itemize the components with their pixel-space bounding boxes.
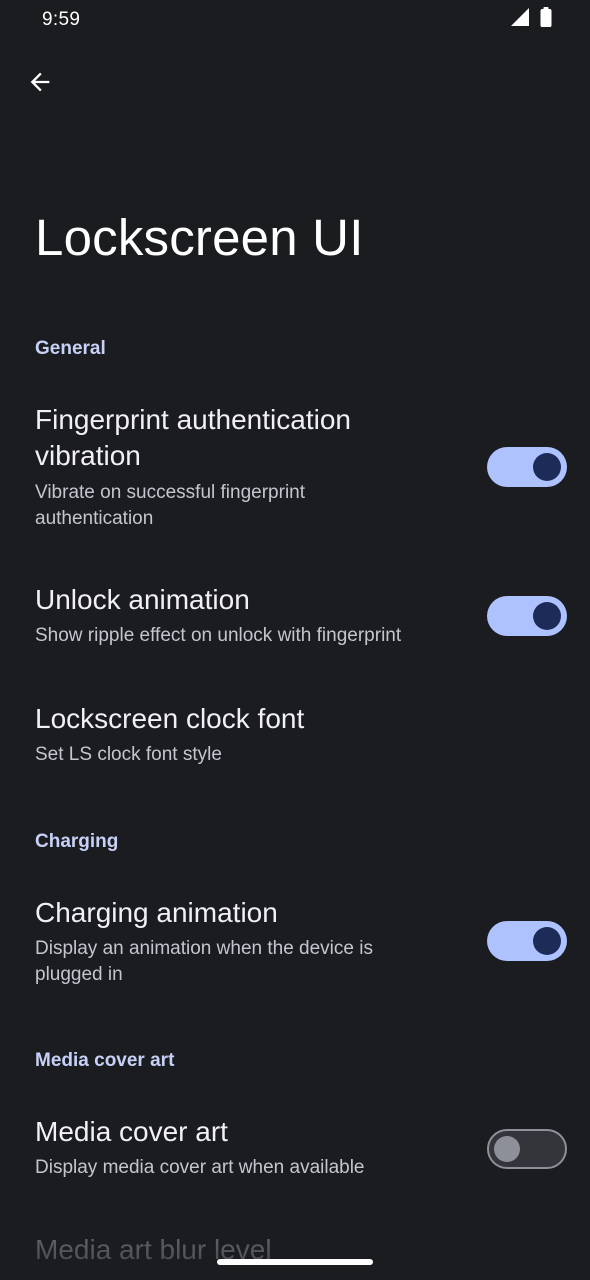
section-header-general: General [35, 338, 106, 359]
battery-icon [540, 7, 552, 32]
pref-summary: Vibrate on successful fingerprint authen… [35, 482, 306, 529]
toggle-thumb [533, 927, 561, 955]
back-button[interactable] [20, 64, 60, 104]
pref-title: Media cover art [35, 1116, 228, 1147]
pref-title: Unlock animation [35, 584, 250, 615]
toggle-thumb [494, 1136, 520, 1162]
charging-animation-toggle[interactable] [487, 921, 567, 961]
section-header-charging: Charging [35, 831, 119, 852]
pref-summary: Show ripple effect on unlock with finger… [35, 625, 402, 646]
arrow-back-icon [26, 68, 54, 101]
page-title: Lockscreen UI [35, 209, 364, 266]
media-cover-art-toggle[interactable] [487, 1129, 567, 1169]
pref-title: Lockscreen clock font [35, 703, 305, 734]
status-time: 9:59 [42, 9, 81, 30]
pref-summary: Set LS clock font style [35, 744, 222, 765]
pref-title: Fingerprint authentication vibration [35, 404, 351, 471]
unlock-animation-toggle[interactable] [487, 596, 567, 636]
section-header-media: Media cover art [35, 1050, 175, 1071]
status-icons [510, 7, 552, 32]
signal-icon [510, 7, 530, 32]
fingerprint-vibration-toggle[interactable] [487, 447, 567, 487]
pref-title: Charging animation [35, 897, 278, 928]
pref-summary: Display media cover art when available [35, 1157, 365, 1178]
toggle-thumb [533, 453, 561, 481]
home-indicator[interactable] [217, 1259, 373, 1265]
toggle-thumb [533, 602, 561, 630]
status-bar: 9:59 [0, 0, 590, 44]
pref-summary: Display an animation when the device is … [35, 938, 373, 985]
